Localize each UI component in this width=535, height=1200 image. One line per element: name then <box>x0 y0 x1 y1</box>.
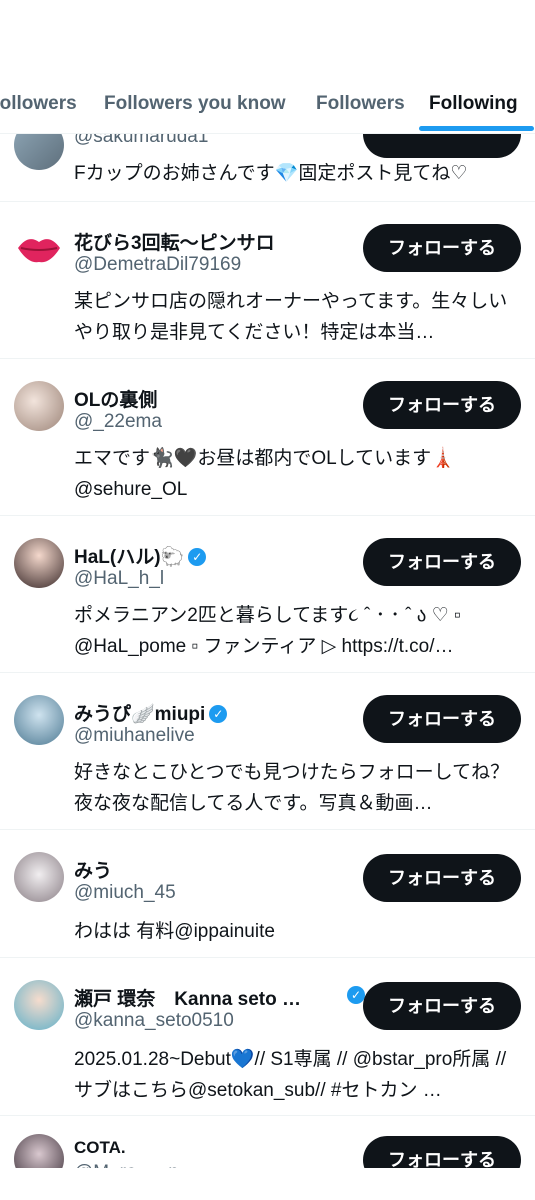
avatar[interactable] <box>14 852 64 902</box>
user-handle: @miuhanelive <box>74 725 195 746</box>
lips-icon[interactable] <box>14 224 64 274</box>
follow-button[interactable]: フォローする <box>363 224 521 272</box>
user-bio: 2025.01.28~Debut💙// S1専属 // @bstar_pro所属… <box>74 1049 507 1101</box>
tab-followers[interactable]: Followers <box>316 74 405 132</box>
tab-followers-you-know[interactable]: Followers you know <box>104 74 286 132</box>
user-name-text: HaL(ハル)🐑 <box>74 547 185 568</box>
user-name[interactable]: 瀬戸 環奈 Kanna seto … <box>74 984 301 1011</box>
user-name[interactable]: みうぴ🪽miupi ✓ <box>74 699 228 726</box>
tab-followers-partial[interactable]: Followers <box>0 74 77 132</box>
follow-button[interactable]: フォローする <box>363 854 521 902</box>
user-row[interactable]: みうぴ🪽miupi ✓ @miuhanelive フォローする 好きなとこひとつで… <box>0 673 535 830</box>
user-row[interactable]: 瀬戸 環奈 Kanna seto … ✓ @kanna_seto0510 フォロ… <box>0 958 535 1116</box>
user-name[interactable]: 花びら3回転〜ピンサロ <box>74 228 275 255</box>
follow-button[interactable]: フォローする <box>363 381 521 429</box>
user-handle: @_22ema <box>74 411 162 432</box>
user-bio: エマです🐈‍⬛🖤お昼は都内でOLしています🗼 @sehure_OL <box>74 448 455 500</box>
following-list: @sakumaruda1 Fカップのお姉さんです💎固定ポスト見てね♡ 花びら3回… <box>0 0 535 1200</box>
user-bio: Fカップのお姉さんです💎固定ポスト見てね♡ <box>74 163 468 184</box>
user-name[interactable]: HaL(ハル)🐑 ✓ <box>74 542 207 569</box>
user-name[interactable]: みう <box>74 856 112 883</box>
user-bio: 某ピンサロ店の隠れオーナーやってます。生々しいやり取り是非見てください！特定は本… <box>74 291 508 343</box>
user-row[interactable]: HaL(ハル)🐑 ✓ @HaL_h_l フォローする ポメラニアン2匹と暮らしてま… <box>0 516 535 673</box>
user-name[interactable]: COTA. <box>74 1138 126 1158</box>
user-row[interactable]: 花びら3回転〜ピンサロ @DemetraDil79169 フォローする 某ピンサ… <box>0 202 535 359</box>
avatar[interactable] <box>14 980 64 1030</box>
follow-button[interactable]: フォローする <box>363 982 521 1030</box>
bottom-blank-area <box>0 1168 535 1200</box>
avatar[interactable] <box>14 538 64 588</box>
user-bio: わはは 有料@ippainuite <box>74 921 275 942</box>
follow-button[interactable]: フォローする <box>363 695 521 743</box>
tab-bar: Followers Followers you know Followers F… <box>0 74 535 134</box>
user-name-text: みうぴ🪽miupi <box>74 704 206 725</box>
user-bio: ポメラニアン2匹と暮らしてます૮ ˆ ･ ･ ˆ ა ♡ ▫ @HaL_pome… <box>74 605 461 657</box>
verified-badge-icon: ✓ <box>209 705 228 723</box>
user-handle: @kanna_seto0510 <box>74 1010 234 1031</box>
user-name[interactable]: OLの裏側 <box>74 385 157 412</box>
top-blank-area <box>0 0 535 74</box>
active-tab-indicator <box>419 126 534 131</box>
user-row[interactable]: みう @miuch_45 フォローする わはは 有料@ippainuite <box>0 830 535 958</box>
follow-button[interactable]: フォローする <box>363 538 521 586</box>
avatar[interactable] <box>14 381 64 431</box>
user-bio: 好きなとこひとつでも見つけたらフォローしてね？ 夜な夜な配信してる人です。写真＆… <box>74 762 510 814</box>
user-handle: @DemetraDil79169 <box>74 254 242 275</box>
tab-following[interactable]: Following <box>429 74 518 132</box>
verified-badge-icon: ✓ <box>188 548 207 566</box>
user-row[interactable]: OLの裏側 @_22ema フォローする エマです🐈‍⬛🖤お昼は都内でOLしてい… <box>0 359 535 516</box>
avatar[interactable] <box>14 695 64 745</box>
user-handle: @miuch_45 <box>74 882 176 903</box>
user-handle: @HaL_h_l <box>74 568 165 589</box>
